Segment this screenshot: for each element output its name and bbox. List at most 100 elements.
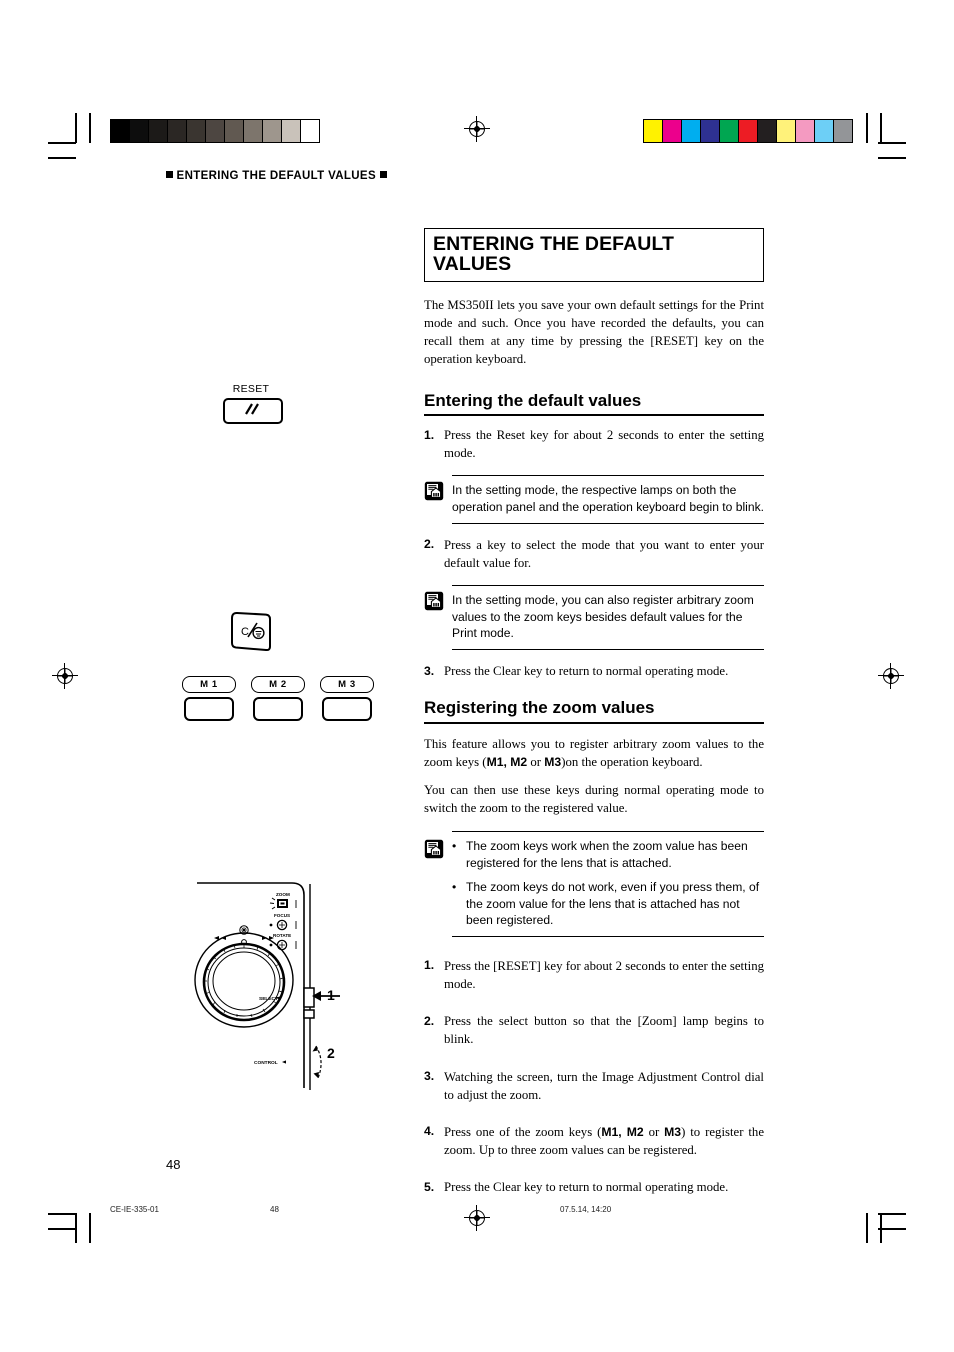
note-bullet-text: The zoom keys work when the zoom value h… [466, 839, 748, 871]
running-head-text: ENTERING THE DEFAULT VALUES [176, 170, 376, 182]
step-number: 1. [424, 958, 435, 973]
color-calibration-bar [643, 119, 853, 143]
step-item: 4. Press one of the zoom keys (M1, M2 or… [424, 1123, 764, 1159]
step-item: 3. Press the Clear key to return to norm… [424, 662, 764, 680]
registration-mark-top [464, 116, 490, 142]
section2-intro: This feature allows you to register arbi… [424, 735, 764, 818]
step-number: 3. [424, 663, 435, 678]
step-text: Press the Clear key to return to normal … [444, 664, 729, 679]
section2-paragraph-1: This feature allows you to register arbi… [424, 735, 764, 772]
section2-steps: 1. Press the [RESET] key for about 2 sec… [424, 957, 764, 1197]
memory-key-m3-button [322, 697, 372, 721]
s4-d: M3 [664, 1124, 682, 1139]
note-bullet-item: • The zoom keys work when the zoom value… [452, 838, 764, 871]
memory-keys-illustration: M 1 M 2 M 3 [182, 676, 374, 721]
registration-mark-bottom [464, 1205, 490, 1231]
section-heading-registering-zoom-values: Registering the zoom values [424, 698, 764, 724]
gray-swatch [244, 120, 263, 142]
gray-swatch [282, 120, 301, 142]
crop-mark-tl-v2 [89, 113, 91, 143]
intro-paragraph: The MS350II lets you save your own defau… [424, 298, 764, 367]
footer-timestamp: 07.5.14, 14:20 [560, 1205, 612, 1214]
step-item: 3. Watching the screen, turn the Image A… [424, 1068, 764, 1104]
note-block-2: In the setting mode, you can also regist… [424, 585, 764, 651]
color-swatch [682, 120, 701, 142]
note-icon [424, 481, 444, 501]
color-swatch [720, 120, 739, 142]
step-text: Press the Clear key to return to normal … [444, 1180, 729, 1195]
bullet-icon: • [452, 839, 457, 854]
step-text: Press the select button so that the [Zoo… [444, 1014, 764, 1047]
memory-key-m2-label: M 2 [251, 676, 305, 693]
clear-key-button: C [231, 612, 271, 652]
section1-steps: 1. Press the Reset key for about 2 secon… [424, 426, 764, 680]
step-item: 1. Press the [RESET] key for about 2 sec… [424, 957, 764, 993]
section-heading-entering-default-values: Entering the default values [424, 391, 764, 417]
bullet-icon: • [452, 879, 457, 894]
page-number: 48 [166, 1157, 181, 1172]
color-swatch [644, 120, 663, 142]
gray-swatch [187, 120, 206, 142]
p1-b: M1, M2 [486, 755, 528, 770]
color-swatch [663, 120, 682, 142]
select-button-label: SELECT [259, 996, 278, 1002]
memory-key-m2-button [253, 697, 303, 721]
rotate-lamp-label: ROTATE [273, 933, 291, 938]
registration-mark-left [52, 663, 78, 689]
crop-mark-tl-v [75, 113, 77, 143]
note-block-1: In the setting mode, the respective lamp… [424, 475, 764, 524]
note-block-3: • The zoom keys work when the zoom value… [424, 831, 764, 937]
s4-b: M1, M2 [601, 1124, 644, 1139]
gray-swatch [206, 120, 225, 142]
square-bullet-right-icon [379, 171, 387, 178]
note-icon [424, 839, 444, 859]
focus-lamp-label: FOCUS [274, 913, 290, 918]
content-column: ENTERING THE DEFAULT VALUES The MS350II … [424, 228, 764, 1196]
step-text: Press the Reset key for about 2 seconds … [444, 428, 764, 461]
color-swatch [796, 120, 815, 142]
crop-mark-tr-h2 [878, 157, 906, 159]
note-bullet-text: The zoom keys do not work, even if you p… [466, 879, 760, 928]
step-text: Watching the screen, turn the Image Adju… [444, 1069, 764, 1102]
step-item: 2. Press a key to select the mode that y… [424, 536, 764, 572]
control-dial-label: CONTROL [254, 1060, 278, 1066]
color-swatch [777, 120, 796, 142]
color-swatch [834, 120, 852, 142]
crop-mark-br-h [878, 1213, 906, 1215]
note-bullet-item: • The zoom keys do not work, even if you… [452, 879, 764, 929]
p1-d: M3 [544, 755, 562, 770]
gray-swatch [263, 120, 282, 142]
footer-page-number: 48 [270, 1205, 279, 1214]
clear-key-illustration: C [228, 609, 276, 658]
reset-key-illustration: RESET [223, 383, 283, 424]
step-text: Press one of the zoom keys (M1, M2 or M3… [444, 1123, 764, 1159]
callout-2-number: 2 [327, 1045, 335, 1061]
crop-mark-bl-v2 [89, 1213, 91, 1243]
memory-key-m1-label: M 1 [182, 676, 236, 693]
step-item: 1. Press the Reset key for about 2 secon… [424, 426, 764, 462]
gray-swatch [168, 120, 187, 142]
page-title: ENTERING THE DEFAULT VALUES [424, 228, 764, 282]
document-page: ENTERING THE DEFAULT VALUES RESET C M 1 [0, 0, 954, 1352]
color-swatch [701, 120, 720, 142]
callout-1-number: 1 [327, 987, 335, 1003]
color-swatch [815, 120, 834, 142]
p1-c: or [527, 755, 545, 770]
footer-doc-code: CE-IE-335-01 [110, 1205, 159, 1214]
crop-mark-bl-h [48, 1213, 76, 1215]
step-number: 3. [424, 1069, 435, 1084]
step-number: 5. [424, 1179, 435, 1194]
crop-mark-bl-h2 [48, 1228, 76, 1230]
crop-mark-br-h2 [878, 1228, 906, 1230]
step-number: 2. [424, 537, 435, 552]
step-item: 5. Press the Clear key to return to norm… [424, 1178, 764, 1196]
memory-key-m1: M 1 [182, 676, 236, 721]
gray-swatch [130, 120, 149, 142]
memory-key-m1-button [184, 697, 234, 721]
crop-mark-br-v [866, 1213, 868, 1243]
p1-e: )on the operation keyboard. [561, 755, 703, 770]
memory-key-m3: M 3 [320, 676, 374, 721]
crop-mark-tr-v2 [880, 113, 882, 143]
step-number: 1. [424, 427, 435, 442]
step-number: 2. [424, 1013, 435, 1028]
